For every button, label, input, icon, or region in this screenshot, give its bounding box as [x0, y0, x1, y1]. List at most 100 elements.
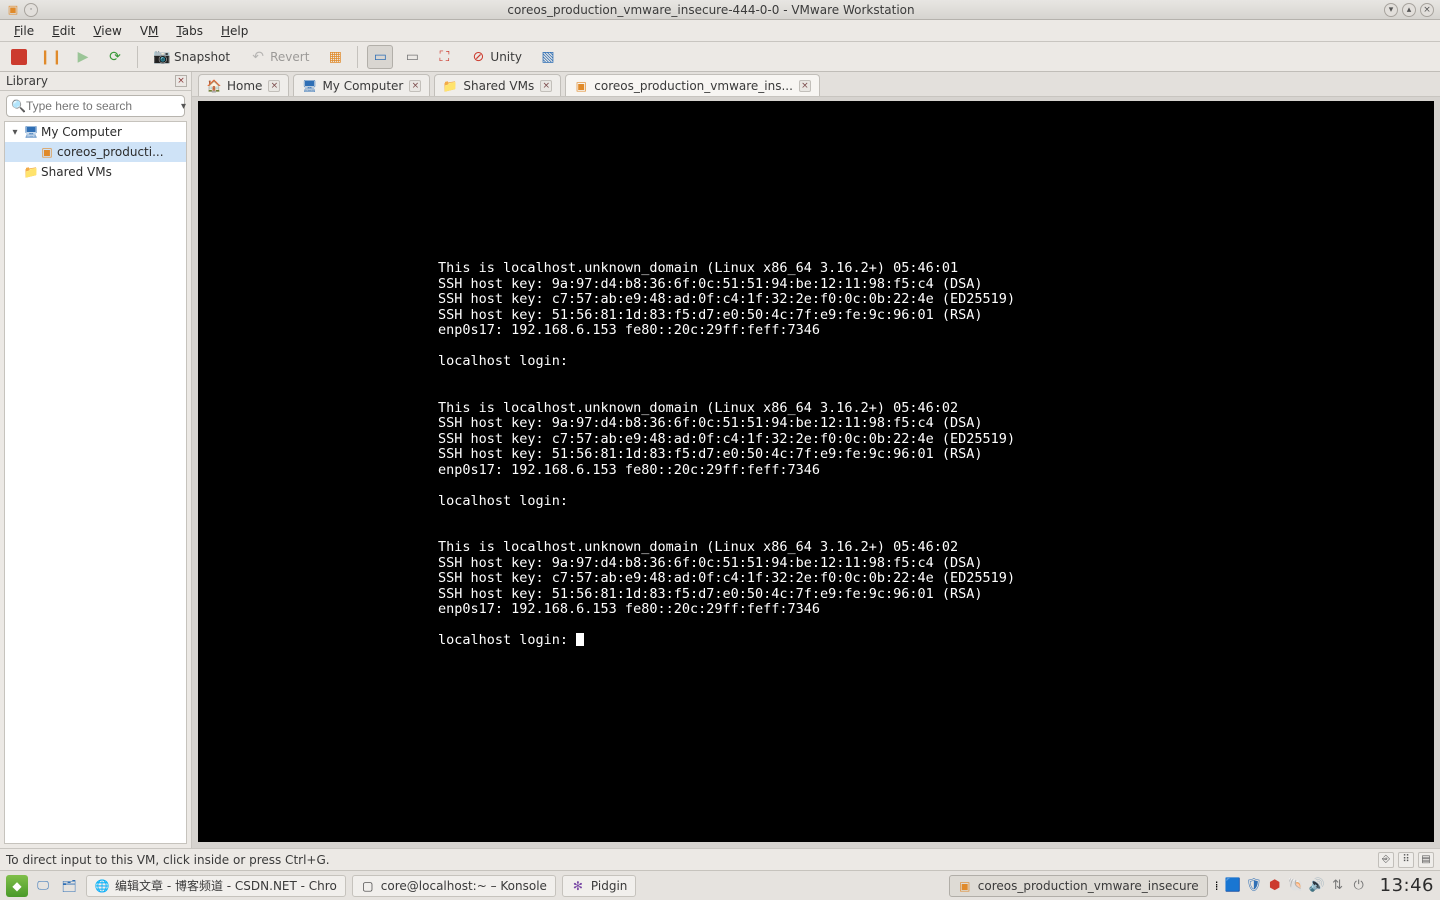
menu-tabs[interactable]: Tabs — [168, 22, 211, 40]
tabs-strip: 🏠 Home × 🖥 My Computer × 📁 Shared VMs × … — [192, 72, 1440, 97]
taskbar-item-chrome[interactable]: 🌐 编辑文章 - 博客频道 - CSDN.NET - Chro — [86, 875, 346, 897]
sidebar-search[interactable]: 🔍 ▾ — [6, 95, 185, 117]
menu-edit[interactable]: Edit — [44, 22, 83, 40]
chevron-down-icon[interactable]: ▾ — [181, 101, 186, 112]
tab-my-computer[interactable]: 🖥 My Computer × — [293, 74, 430, 96]
fullscreen-button[interactable]: ⛶ — [431, 45, 457, 69]
home-icon: 🏠 — [207, 79, 221, 93]
update-tray-icon[interactable]: ⬢ — [1267, 878, 1283, 894]
tab-close-button[interactable]: × — [409, 80, 421, 92]
expand-toggle-icon[interactable]: ▾ — [9, 127, 21, 138]
vm-icon: ▣ — [39, 144, 55, 160]
session-tray-icon[interactable]: ⏻ — [1351, 878, 1367, 894]
system-tray: ⁞ 🟦 🛡 ⬢ 🐚 🔊 ⇅ ⏻ 13:46 — [1214, 875, 1434, 896]
vm-icon: ▣ — [574, 79, 588, 93]
konsole-icon: ▢ — [361, 879, 375, 893]
sidebar-close-button[interactable]: × — [175, 75, 187, 87]
tree-node-shared-vms[interactable]: 📁 Shared VMs — [5, 162, 186, 182]
chrome-icon: 🌐 — [95, 879, 109, 893]
folder-icon: 📁 — [23, 164, 39, 180]
power-on-button[interactable]: ▶ — [70, 45, 96, 69]
vmware-app-icon: ▣ — [6, 3, 20, 17]
monitor-icon: 🖥 — [302, 79, 316, 93]
menubar: File Edit View VM Tabs Help — [0, 20, 1440, 42]
task-label: Pidgin — [591, 879, 627, 893]
menu-file[interactable]: File — [6, 22, 42, 40]
window-titlebar: ▣ · coreos_production_vmware_insecure-44… — [0, 0, 1440, 20]
power-off-button[interactable] — [6, 45, 32, 69]
thumbnail-view-button[interactable]: ▭ — [399, 45, 425, 69]
taskbar-item-pidgin[interactable]: ✻ Pidgin — [562, 875, 636, 897]
tab-home[interactable]: 🏠 Home × — [198, 74, 289, 96]
sidebar: Library × 🔍 ▾ ▾ 🖥 My Computer ▣ coreos_p… — [0, 72, 192, 848]
unity-icon: ⊘ — [470, 49, 486, 65]
input-grab-icon[interactable]: ⎆ — [1378, 852, 1394, 868]
tray-separator: ⁞ — [1214, 878, 1220, 894]
show-console-button[interactable]: ▭ — [367, 45, 393, 69]
shield-tray-icon[interactable]: 🛡 — [1246, 878, 1262, 894]
menu-help[interactable]: Help — [213, 22, 256, 40]
snapshot-manager-button[interactable]: ▦ — [322, 45, 348, 69]
restart-button[interactable]: ⟳ — [102, 45, 128, 69]
tree-label: My Computer — [41, 125, 122, 139]
cycle-multiple-monitors-button[interactable]: ▧ — [535, 45, 561, 69]
volume-tray-icon[interactable]: 🔊 — [1309, 878, 1325, 894]
network-tray-icon[interactable]: ⇅ — [1330, 878, 1346, 894]
tab-close-button[interactable]: × — [540, 80, 552, 92]
devices-button[interactable]: ⠿ — [1398, 852, 1414, 868]
vmware-icon: ▣ — [958, 879, 972, 893]
desktop-taskbar: ◆ 🖵 🗂 🌐 编辑文章 - 博客频道 - CSDN.NET - Chro ▢ … — [0, 870, 1440, 900]
snapshot-manager-icon: ▦ — [327, 49, 343, 65]
snapshot-button[interactable]: 📷 Snapshot — [147, 45, 237, 69]
pidgin-icon: ✻ — [571, 879, 585, 893]
tab-label: Home — [227, 79, 262, 93]
search-icon: 🔍 — [11, 99, 26, 113]
tree-node-my-computer[interactable]: ▾ 🖥 My Computer — [5, 122, 186, 142]
toolbar-separator — [137, 46, 138, 68]
tab-close-button[interactable]: × — [799, 80, 811, 92]
taskbar-item-vmware[interactable]: ▣ coreos_production_vmware_insecure — [949, 875, 1208, 897]
tree-label: Shared VMs — [41, 165, 112, 179]
toolbar-separator — [357, 46, 358, 68]
task-label: core@localhost:~ – Konsole — [381, 879, 547, 893]
message-log-button[interactable]: ▤ — [1418, 852, 1434, 868]
close-window-button[interactable]: × — [1420, 3, 1434, 17]
camera-icon: 📷 — [154, 49, 170, 65]
minimize-button[interactable]: ▾ — [1384, 3, 1398, 17]
revert-button[interactable]: ↶ Revert — [243, 45, 316, 69]
tab-shared-vms[interactable]: 📁 Shared VMs × — [434, 74, 561, 96]
vm-console[interactable]: This is localhost.unknown_domain (Linux … — [198, 101, 1434, 842]
search-input[interactable] — [26, 99, 181, 113]
window-title: coreos_production_vmware_insecure-444-0-… — [38, 3, 1384, 17]
file-manager-launcher[interactable]: 🗂 — [58, 875, 80, 897]
window-menu-button[interactable]: · — [24, 3, 38, 17]
unity-button[interactable]: ⊘ Unity — [463, 45, 529, 69]
monitors-icon: ▧ — [540, 49, 556, 65]
bluetooth-tray-icon[interactable]: 🟦 — [1225, 878, 1241, 894]
suspend-button[interactable]: ❙❙ — [38, 45, 64, 69]
tab-label: Shared VMs — [463, 79, 534, 93]
snapshot-label: Snapshot — [174, 50, 230, 64]
folder-icon: 📁 — [443, 79, 457, 93]
revert-label: Revert — [270, 50, 309, 64]
toolbar: ❙❙ ▶ ⟳ 📷 Snapshot ↶ Revert ▦ ▭ ▭ ⛶ ⊘ Uni… — [0, 42, 1440, 72]
main-area: 🏠 Home × 🖥 My Computer × 📁 Shared VMs × … — [192, 72, 1440, 848]
thumbnail-icon: ▭ — [404, 49, 420, 65]
statusbar-hint: To direct input to this VM, click inside… — [6, 853, 330, 867]
tab-vm[interactable]: ▣ coreos_production_vmware_ins... × — [565, 74, 820, 96]
tree-node-vm[interactable]: ▣ coreos_producti... — [5, 142, 186, 162]
console-icon: ▭ — [372, 49, 388, 65]
clock[interactable]: 13:46 — [1380, 875, 1434, 896]
start-menu-button[interactable]: ◆ — [6, 875, 28, 897]
sidebar-header: Library × — [0, 72, 191, 91]
statusbar: To direct input to this VM, click inside… — [0, 848, 1440, 870]
seahorse-tray-icon[interactable]: 🐚 — [1288, 878, 1304, 894]
taskbar-item-konsole[interactable]: ▢ core@localhost:~ – Konsole — [352, 875, 556, 897]
fullscreen-icon: ⛶ — [436, 49, 452, 65]
show-desktop-button[interactable]: 🖵 — [32, 875, 54, 897]
menu-view[interactable]: View — [85, 22, 129, 40]
maximize-button[interactable]: ▴ — [1402, 3, 1416, 17]
tab-close-button[interactable]: × — [268, 80, 280, 92]
revert-icon: ↶ — [250, 49, 266, 65]
menu-vm[interactable]: VM — [132, 22, 167, 40]
